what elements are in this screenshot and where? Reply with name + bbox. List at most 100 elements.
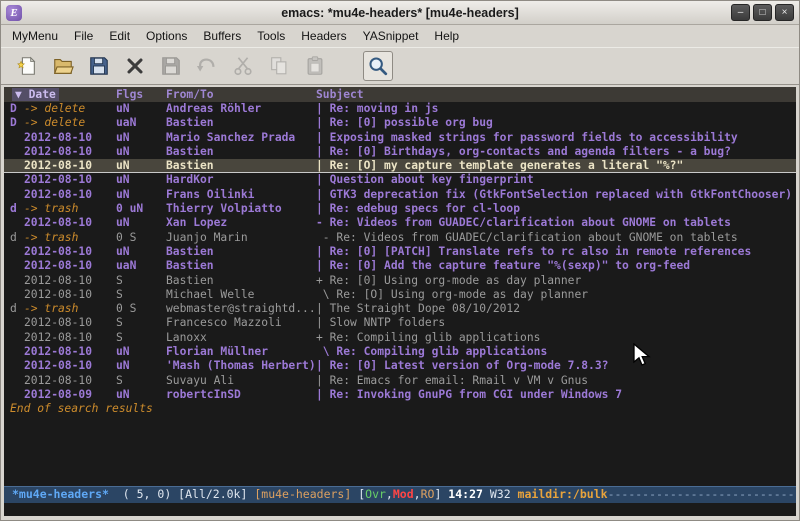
message-row[interactable]: D-> deleteuaNBastien| Re: [0] possible o…: [4, 116, 796, 130]
message-row[interactable]: 2012-08-10uNHardKor| Question about key …: [4, 173, 796, 187]
modeline-dashes: ----------------------------------------…: [608, 487, 796, 501]
message-date: 2012-08-10: [24, 173, 116, 187]
column-header-flags[interactable]: Flgs: [116, 87, 166, 102]
message-row[interactable]: d-> trash0 uNThierry Volpiatto| Re: edeb…: [4, 202, 796, 216]
message-mark: [10, 374, 24, 388]
menu-headers[interactable]: Headers: [293, 26, 354, 46]
message-date: -> trash: [24, 302, 116, 316]
message-flags: uN: [116, 245, 166, 259]
modeline-flags-close: ]: [434, 487, 448, 501]
message-from: Juanjo Marin: [166, 231, 316, 245]
message-mark: [10, 173, 24, 187]
column-header-from[interactable]: From/To: [166, 87, 316, 102]
column-header-subject[interactable]: Subject: [316, 87, 796, 102]
modeline-ro: RO: [421, 487, 435, 501]
message-subject: \ Re: [O] Using org-mode as day planner: [316, 288, 796, 302]
message-row[interactable]: 2012-08-10uNXan Lopez- Re: Videos from G…: [4, 216, 796, 230]
cut-icon: [232, 55, 254, 77]
message-row[interactable]: d-> trash0 SJuanjo Marin - Re: Videos fr…: [4, 231, 796, 245]
menu-buffers[interactable]: Buffers: [195, 26, 249, 46]
message-row[interactable]: 2012-08-10uaNBastien| Re: [0] Add the ca…: [4, 259, 796, 273]
message-mark: [10, 216, 24, 230]
message-from: Bastien: [166, 145, 316, 159]
cut-button: [228, 51, 258, 81]
message-from: Suvayu Ali: [166, 374, 316, 388]
message-row[interactable]: 2012-08-10SMichael Welle \ Re: [O] Using…: [4, 288, 796, 302]
message-mark: d: [10, 202, 24, 216]
close-buffer-button[interactable]: [120, 51, 150, 81]
message-flags: uN: [116, 188, 166, 202]
message-from: Bastien: [166, 259, 316, 273]
paste-icon: [304, 55, 326, 77]
message-from: Michael Welle: [166, 288, 316, 302]
minimize-button[interactable]: –: [731, 4, 750, 21]
message-subject: + Re: [0] Using org-mode as day planner: [316, 274, 796, 288]
echo-area[interactable]: [4, 503, 796, 516]
message-row[interactable]: 2012-08-10SBastien+ Re: [0] Using org-mo…: [4, 274, 796, 288]
message-from: Bastien: [166, 274, 316, 288]
menu-file[interactable]: File: [66, 26, 101, 46]
search-button[interactable]: [363, 51, 393, 81]
message-date: 2012-08-10: [24, 245, 116, 259]
message-row[interactable]: 2012-08-10uNBastien| Re: [0] Birthdays, …: [4, 145, 796, 159]
message-date: -> delete: [24, 116, 116, 130]
message-row[interactable]: 2012-08-10uNFlorian Müllner \ Re: Compil…: [4, 345, 796, 359]
message-date: 2012-08-10: [24, 331, 116, 345]
message-flags: uN: [116, 359, 166, 373]
message-subject: | The Straight Dope 08/10/2012: [316, 302, 796, 316]
message-row[interactable]: 2012-08-10SFrancesco Mazzoli| Slow NNTP …: [4, 316, 796, 330]
message-date: 2012-08-10: [24, 216, 116, 230]
title-bar[interactable]: E emacs: *mu4e-headers* [mu4e-headers] –…: [1, 1, 799, 25]
message-from: Andreas Röhler: [166, 102, 316, 116]
menu-options[interactable]: Options: [138, 26, 195, 46]
maximize-button[interactable]: □: [753, 4, 772, 21]
menu-tools[interactable]: Tools: [249, 26, 293, 46]
message-flags: uN: [116, 173, 166, 187]
message-date: 2012-08-10: [24, 288, 116, 302]
modeline-mod: Mod: [393, 487, 414, 501]
message-row[interactable]: 2012-08-10uNFrans Oilinki| GTK3 deprecat…: [4, 188, 796, 202]
message-date: 2012-08-10: [24, 359, 116, 373]
message-date: 2012-08-10: [24, 259, 116, 273]
window-controls: –□×: [731, 4, 794, 21]
close-button[interactable]: ×: [775, 4, 794, 21]
message-row[interactable]: 2012-08-10SLanoxx+ Re: Compiling glib ap…: [4, 331, 796, 345]
message-subject: | Re: Invoking GnuPG from CGI under Wind…: [316, 388, 796, 402]
message-row[interactable]: d-> trash0 Swebmaster@straightd...| The …: [4, 302, 796, 316]
new-file-button[interactable]: [12, 51, 42, 81]
menu-help[interactable]: Help: [426, 26, 467, 46]
message-flags: 0 S: [116, 302, 166, 316]
message-flags: uN: [116, 345, 166, 359]
message-row[interactable]: 2012-08-10uN'Mash (Thomas Herbert)| Re: …: [4, 359, 796, 373]
message-flags: uN: [116, 102, 166, 116]
message-mark: [10, 131, 24, 145]
message-from: webmaster@straightd...: [166, 302, 316, 316]
message-row[interactable]: 2012-08-10uNMario Sanchez Prada| Exposin…: [4, 131, 796, 145]
message-mark: [10, 316, 24, 330]
message-subject: | Re: [0] Birthdays, org-contacts and ag…: [316, 145, 796, 159]
menu-mymenu[interactable]: MyMenu: [4, 26, 66, 46]
message-flags: uN: [116, 159, 166, 172]
modeline-ovr: Ovr: [365, 487, 386, 501]
emacs-icon: E: [6, 5, 22, 21]
new-file-icon: [16, 55, 38, 77]
message-row[interactable]: 2012-08-10uNBastien| Re: [0] [PATCH] Tra…: [4, 245, 796, 259]
menu-yasnippet[interactable]: YASnippet: [355, 26, 427, 46]
message-mark: [10, 331, 24, 345]
message-mark: [10, 345, 24, 359]
message-row[interactable]: 2012-08-10uNBastien| Re: [O] my capture …: [4, 159, 796, 173]
message-row[interactable]: 2012-08-09uNrobertcInSD| Re: Invoking Gn…: [4, 388, 796, 402]
column-header-date[interactable]: ▼ Date: [12, 88, 59, 101]
message-date: -> trash: [24, 202, 116, 216]
message-date: 2012-08-10: [24, 131, 116, 145]
message-date: 2012-08-10: [24, 374, 116, 388]
message-row[interactable]: 2012-08-10SSuvayu Ali| Re: Emacs for ema…: [4, 374, 796, 388]
close-buffer-icon: [124, 55, 146, 77]
menu-edit[interactable]: Edit: [101, 26, 138, 46]
message-flags: uN: [116, 131, 166, 145]
open-file-button[interactable]: [48, 51, 78, 81]
save-buffer-button[interactable]: [84, 51, 114, 81]
message-row[interactable]: D-> deleteuNAndreas Röhler| Re: moving i…: [4, 102, 796, 116]
message-date: -> trash: [24, 231, 116, 245]
modeline-buffer-name: *mu4e-headers*: [12, 487, 109, 501]
